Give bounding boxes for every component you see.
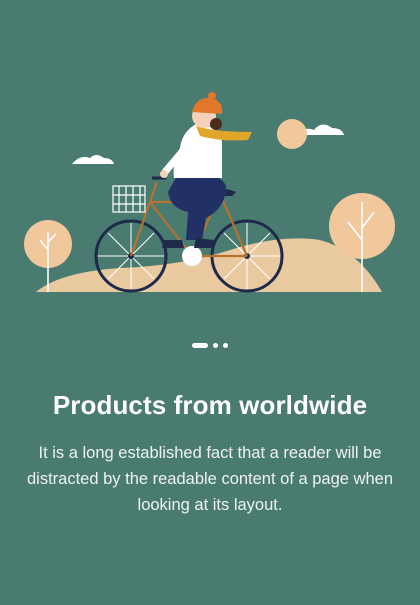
onboarding-screen: Products from worldwide It is a long est… bbox=[0, 0, 420, 605]
page-indicator-dot-active[interactable] bbox=[192, 343, 208, 348]
sun-icon bbox=[277, 119, 307, 149]
page-indicator-dot[interactable] bbox=[213, 343, 218, 348]
cloud-icon bbox=[72, 155, 114, 164]
page-indicator-dot[interactable] bbox=[223, 343, 228, 348]
page-indicator bbox=[0, 343, 420, 348]
bicycle-illustration bbox=[24, 92, 395, 293]
onboarding-description: It is a long established fact that a rea… bbox=[26, 444, 393, 514]
onboarding-title: Products from worldwide bbox=[52, 390, 368, 420]
